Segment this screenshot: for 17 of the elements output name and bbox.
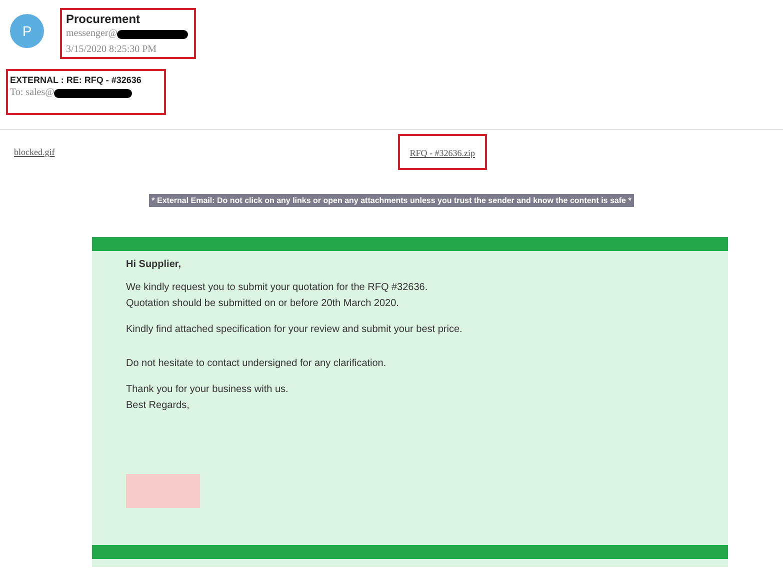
warning-banner: * External Email: Do not click on any links or open any attachments unless you trust the sender and know the content is safe * bbox=[148, 194, 634, 207]
body-text: Best Regards, bbox=[126, 399, 190, 413]
avatar: P bbox=[10, 14, 44, 48]
attachment-link[interactable]: RFQ - #32636.zip bbox=[410, 148, 475, 158]
sender-name: Procurement bbox=[66, 12, 142, 26]
body-text: Kindly find attached specification for your review and submit your best price. bbox=[126, 323, 464, 337]
sender-address: messenger@ bbox=[66, 27, 118, 41]
attachment-link[interactable]: blocked.gif bbox=[14, 147, 55, 157]
body-text: Thank you for your business with us. bbox=[126, 383, 290, 397]
body-text: Do not hesitate to contact undersigned for any clarification. bbox=[126, 357, 388, 371]
body-text: Quotation should be submitted on or before 20th March 2020. bbox=[126, 297, 400, 311]
greeting-text: Hi Supplier, bbox=[126, 259, 182, 270]
sent-date: 3/15/2020 8:25:30 PM bbox=[66, 43, 158, 57]
redaction-mark bbox=[117, 30, 188, 38]
email-subject: EXTERNAL : RE: RFQ - #32636 bbox=[10, 75, 142, 85]
recipient-address: To: sales@ bbox=[10, 86, 54, 100]
body-text: We kindly request you to submit your quotation for the RFQ #32636. bbox=[126, 281, 429, 295]
